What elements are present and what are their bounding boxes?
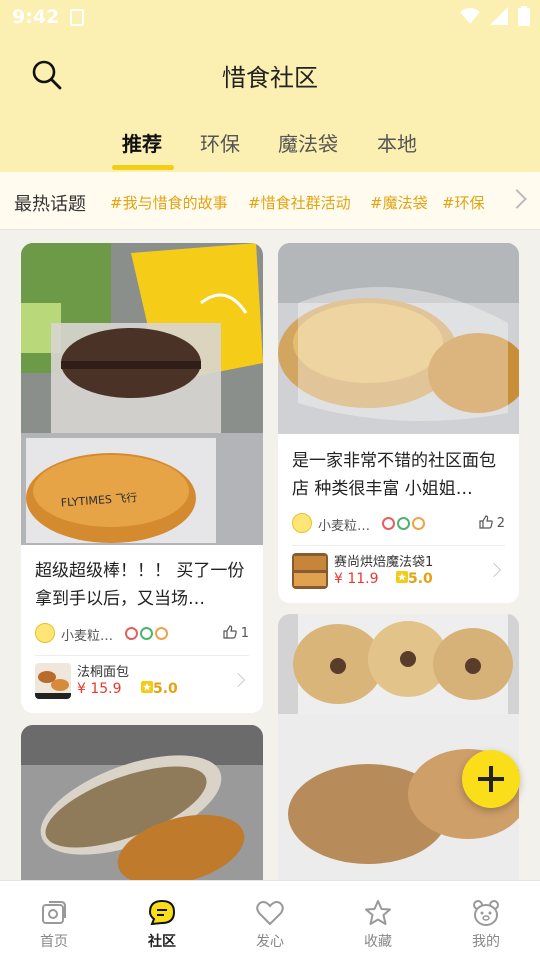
product-thumbnail [35,663,71,699]
chevron-right-icon [230,672,246,688]
badge-icon [382,517,395,530]
post-card[interactable] [21,725,263,895]
product-rating: 5.0 [141,681,178,697]
post-card[interactable]: FLYTIMES 飞行 超级超级棒！！！ 买了一份拿到手以后，又当场… 小麦粒…… [21,243,263,713]
tab-eco[interactable]: 环保 [200,128,240,157]
tab-active-indicator [112,165,174,170]
tab-magic-bag[interactable]: 魔法袋 [278,128,338,157]
star-badge-icon [396,571,408,583]
nav-home-label: 首页 [40,934,68,950]
post-photo: FLYTIMES 飞行 [21,243,263,545]
page-title: 惜食社区 [222,64,318,92]
user-badges [125,627,168,640]
add-post-button[interactable] [462,750,520,808]
like-count-value: 1 [240,626,249,641]
linked-product[interactable]: 赛尚烘焙魔法袋1 ¥ 11.9 5.0 [292,551,505,595]
plus-icon-bar [489,766,493,792]
post-author-row: 小麦粒… 1 [35,623,249,645]
tab-bar: 推荐 环保 魔法袋 本地 [0,128,540,168]
nav-heart[interactable]: 发心 [216,881,324,960]
wifi-icon [460,8,480,24]
like-count[interactable]: 2 [478,515,505,531]
avatar [35,623,55,643]
author-name: 小麦粒… [318,519,371,534]
product-rating: 5.0 [396,571,433,587]
user-badges [382,517,425,530]
badge-icon [412,517,425,530]
topic-tag[interactable]: #环保 [442,192,485,213]
hot-topics-label: 最热话题 [14,194,86,215]
nav-home[interactable]: 首页 [0,881,108,960]
like-count[interactable]: 1 [222,625,249,641]
heart-icon [256,901,284,926]
product-price: ¥ 11.9 [334,571,379,587]
header: 惜食社区 推荐 环保 魔法袋 本地 [0,36,540,172]
topic-tag[interactable]: #惜食社群活动 [248,192,351,213]
star-icon [365,900,391,925]
divider [35,655,249,656]
nav-community-label: 社区 [148,934,176,950]
post-photo [278,243,519,434]
nav-favorites-label: 收藏 [364,934,392,950]
author-name: 小麦粒… [61,629,114,644]
star-badge-icon [141,681,153,693]
post-card[interactable]: 是一家非常不错的社区面包店 种类很丰富 小姐姐… 小麦粒… 2 赛尚烘焙魔法袋1… [278,243,519,603]
topic-tag[interactable]: #魔法袋 [370,192,428,213]
nav-profile[interactable]: 我的 [432,881,540,960]
battery-icon [518,6,530,26]
badge-icon [125,627,138,640]
bottom-nav: 首页 社区 发心 收藏 我的 [0,880,540,960]
nav-heart-label: 发心 [256,934,284,950]
badge-icon [140,627,153,640]
badge-icon [397,517,410,530]
post-text: 是一家非常不错的社区面包店 种类很丰富 小姐姐… [292,451,496,499]
post-text: 超级超级棒！！！ 买了一份拿到手以后，又当场… [35,561,245,609]
post-photo [21,725,263,895]
status-bar: 9:42 [0,0,540,36]
product-rating-value: 5.0 [153,681,178,697]
product-rating-value: 5.0 [408,571,433,587]
badge-icon [155,627,168,640]
hot-topics-bar: 最热话题 #我与惜食的故事 #惜食社群活动 #魔法袋 #环保 [0,172,540,230]
product-thumbnail [292,553,328,589]
linked-product[interactable]: 法桐面包 ¥ 15.9 5.0 [35,661,249,705]
avatar [292,513,312,533]
product-price: ¥ 15.9 [77,681,122,697]
tab-local[interactable]: 本地 [377,128,417,157]
status-time: 9:42 [12,6,60,28]
home-icon [42,901,66,924]
bear-face-icon [473,900,499,926]
tab-recommend[interactable]: 推荐 [122,128,162,157]
product-name: 赛尚烘焙魔法袋1 [334,555,434,570]
like-count-value: 2 [496,516,505,531]
nav-community[interactable]: 社区 [108,881,216,960]
chat-icon [148,899,176,926]
signal-icon [490,7,508,25]
system-icons [460,6,530,26]
nav-profile-label: 我的 [472,934,500,950]
topic-tag[interactable]: #我与惜食的故事 [110,192,228,213]
product-name: 法桐面包 [77,665,130,680]
nav-favorites[interactable]: 收藏 [324,881,432,960]
chevron-right-icon[interactable] [507,189,527,209]
notification-icon [70,9,84,26]
thumbs-up-icon [478,515,493,529]
chevron-right-icon [486,562,502,578]
post-author-row: 小麦粒… 2 [292,513,505,535]
divider [292,545,505,546]
thumbs-up-icon [222,625,237,639]
